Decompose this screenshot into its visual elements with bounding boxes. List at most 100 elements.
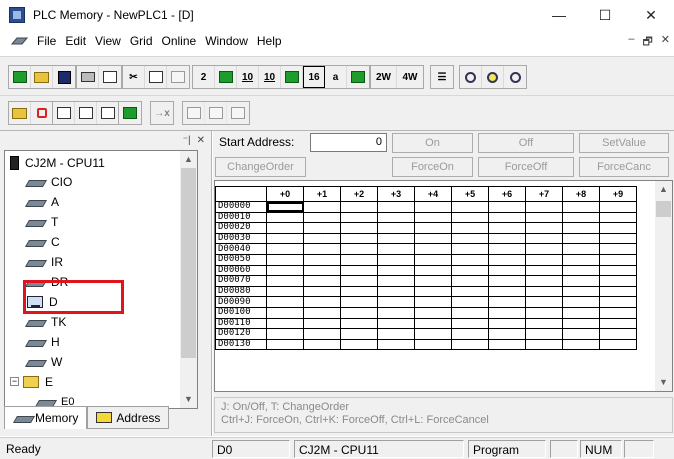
grid-cell[interactable] [562, 328, 600, 340]
grid-cell[interactable] [414, 285, 452, 298]
tree-item-cio[interactable]: CIO [25, 172, 72, 191]
grid-cell[interactable] [599, 296, 637, 308]
grid-cell[interactable] [266, 232, 304, 245]
grid-cell[interactable] [266, 222, 304, 234]
grid-cell[interactable] [340, 338, 378, 351]
grid-cell[interactable] [377, 317, 415, 330]
grid-cell[interactable] [303, 232, 341, 245]
grid-cell[interactable] [599, 211, 637, 224]
grid-cell[interactable] [414, 338, 452, 351]
force-cancel-button-panel[interactable]: ForceCanc [579, 157, 669, 177]
grid-cell[interactable] [525, 285, 563, 298]
grid-cell[interactable] [525, 306, 563, 319]
transfer-to-plc-button[interactable] [9, 102, 31, 124]
grid-cell[interactable] [525, 275, 563, 287]
edit-data-button[interactable] [119, 102, 141, 124]
grid-cell[interactable] [488, 211, 526, 224]
grid-cell[interactable] [340, 296, 378, 308]
mdi-restore-button[interactable]: 🗗 [642, 33, 652, 52]
tab-memory[interactable]: Memory [4, 406, 88, 429]
grid-cell[interactable] [488, 275, 526, 287]
tree-item-e[interactable]: − E [7, 372, 53, 391]
grid-cell[interactable] [562, 275, 600, 287]
grid-cell[interactable] [562, 253, 600, 266]
grid-cell[interactable] [414, 264, 452, 277]
panel-close-icon[interactable]: ✕ [197, 135, 205, 146]
grid-cell[interactable] [377, 264, 415, 277]
grid-cell[interactable] [303, 253, 341, 266]
mdi-minimize-button[interactable]: – [628, 33, 634, 52]
grid-cell[interactable] [525, 264, 563, 277]
menu-file[interactable]: File [37, 34, 56, 48]
tree-item-c[interactable]: C [25, 232, 60, 251]
grid-cell[interactable] [599, 201, 637, 213]
grid-cell[interactable] [340, 317, 378, 330]
menu-edit[interactable]: Edit [65, 34, 86, 48]
bcd-format-button[interactable] [281, 66, 303, 88]
cut-button[interactable]: ✂ [123, 66, 145, 88]
grid-cell[interactable] [340, 222, 378, 234]
grid-cell[interactable] [562, 243, 600, 255]
hex-format-button[interactable]: 16 [303, 66, 325, 88]
grid-cell[interactable] [266, 211, 304, 224]
grid-cell[interactable] [451, 338, 489, 351]
grid-cell[interactable] [525, 222, 563, 234]
grid-cell[interactable] [377, 306, 415, 319]
compare-button[interactable] [53, 102, 75, 124]
decimal-format-button[interactable]: 10 [237, 66, 259, 88]
grid-cell[interactable] [562, 317, 600, 330]
grid-cell[interactable] [340, 253, 378, 266]
grid-cell[interactable] [599, 285, 637, 298]
grid-cell[interactable] [599, 338, 637, 351]
grid-cell[interactable] [599, 264, 637, 277]
grid-cell[interactable] [303, 328, 341, 340]
four-word-button[interactable]: 4W [397, 66, 423, 88]
monitor-button[interactable] [75, 102, 97, 124]
grid-cell[interactable] [266, 328, 304, 340]
grid-cell[interactable] [488, 306, 526, 319]
grid-cell[interactable] [451, 285, 489, 298]
grid-cell[interactable] [488, 243, 526, 255]
grid-cell[interactable] [340, 243, 378, 255]
close-button[interactable]: ✕ [628, 0, 674, 30]
tree-item-ir[interactable]: IR [25, 252, 63, 271]
grid-cell[interactable] [377, 275, 415, 287]
find-next-button[interactable] [482, 66, 504, 88]
grid-cell[interactable] [414, 201, 452, 213]
float-format-button[interactable] [347, 66, 369, 88]
zoom-button[interactable] [504, 66, 526, 88]
grid-cell[interactable] [488, 253, 526, 266]
grid-cell[interactable] [488, 232, 526, 245]
grid-cell[interactable] [599, 328, 637, 340]
menu-grid[interactable]: Grid [130, 34, 153, 48]
address-reference-button[interactable] [97, 102, 119, 124]
grid-cell[interactable] [525, 232, 563, 245]
grid-cell[interactable] [303, 275, 341, 287]
grid-cell[interactable] [266, 338, 304, 351]
grid-format-button[interactable]: ☰ [431, 66, 453, 88]
grid-cell[interactable] [340, 306, 378, 319]
grid-cell[interactable] [377, 296, 415, 308]
tree-item-tk[interactable]: TK [25, 312, 66, 331]
grid-scrollbar[interactable]: ▲ ▼ [655, 181, 672, 391]
grid-cell[interactable] [266, 275, 304, 287]
grid-cell[interactable] [562, 232, 600, 245]
grid-cell[interactable] [414, 211, 452, 224]
grid-cell[interactable] [451, 222, 489, 234]
grid-cell[interactable] [266, 264, 304, 277]
on-button[interactable]: On [392, 133, 473, 153]
grid-cell[interactable] [562, 338, 600, 351]
tree-item-a[interactable]: A [25, 192, 59, 211]
grid-cell[interactable] [525, 317, 563, 330]
grid-cell[interactable] [414, 296, 452, 308]
grid-cell[interactable] [599, 317, 637, 330]
paste-button[interactable] [167, 66, 189, 88]
grid-cell[interactable] [414, 306, 452, 319]
grid-cell[interactable] [340, 285, 378, 298]
scroll-down-icon[interactable]: ▼ [655, 374, 672, 391]
grid-cell[interactable] [266, 285, 304, 298]
force-cancel-button[interactable] [227, 102, 249, 124]
new-plc-button[interactable] [9, 66, 31, 88]
grid-cell[interactable] [451, 317, 489, 330]
grid-cell[interactable] [303, 285, 341, 298]
